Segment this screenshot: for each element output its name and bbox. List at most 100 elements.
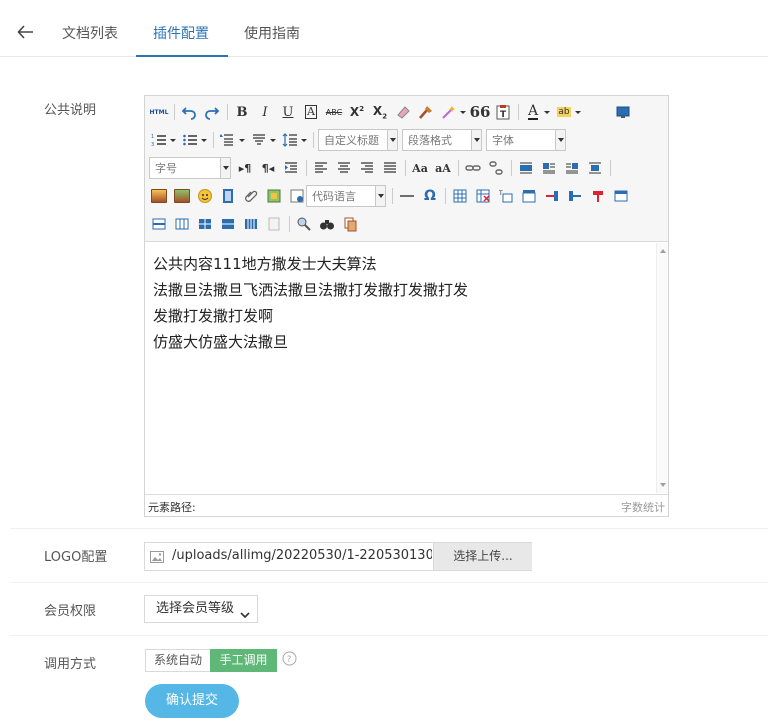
indent-icon[interactable] [281,158,301,178]
image-left-icon[interactable] [539,158,559,178]
help-icon[interactable]: ? [282,651,297,666]
editor-content-area[interactable]: 公共内容111地方撒发士大夫算法 法撒旦法撒旦飞洒法撒旦法撒打发撒打发撒打发 发… [145,243,656,493]
link-icon[interactable] [463,158,483,178]
logo-path-field[interactable]: /uploads/allimg/20220530/1-2205301309 选择… [144,542,532,571]
uppercase-icon[interactable]: Aa [410,158,430,178]
ordered-list-icon[interactable]: 13 [149,130,169,150]
chevron-down-icon[interactable] [200,130,208,150]
bold-icon[interactable]: B [232,102,252,122]
tab-bar: 文档列表 插件配置 使用指南 [0,0,768,57]
chevron-down-icon[interactable] [238,130,246,150]
description-label: 公共说明 [44,103,97,118]
insert-table-icon[interactable] [450,186,470,206]
editor-scrollbar[interactable] [656,243,668,493]
underline-icon[interactable]: U [278,102,298,122]
chevron-down-icon[interactable] [169,130,177,150]
fullscreen-icon[interactable] [613,102,633,122]
submit-button[interactable]: 确认提交 [145,684,239,718]
preview-icon[interactable] [294,214,314,234]
video-icon[interactable] [218,186,238,206]
html-source-button[interactable]: HTML [149,102,169,122]
logo-path-value: /uploads/allimg/20220530/1-2205301309 [172,548,432,563]
member-permission-label: 会员权限 [44,604,97,619]
template-icon[interactable] [340,214,360,234]
chevron-down-icon[interactable] [300,130,308,150]
align-right-icon[interactable] [357,158,377,178]
chevron-down-icon[interactable] [543,102,551,122]
chevron-down-icon[interactable] [269,130,277,150]
active-tab-indicator [136,55,228,57]
insert-frame-icon[interactable] [287,186,307,206]
paragraph-spacing-bottom-icon[interactable] [249,130,269,150]
invoke-auto-option[interactable]: 系统自动 [145,649,211,672]
split-cells-icon[interactable] [611,186,631,206]
align-center-icon[interactable] [334,158,354,178]
unordered-list-icon[interactable] [180,130,200,150]
invoke-manual-option[interactable]: 手工调用 [210,649,277,672]
special-char-icon[interactable]: Ω [420,186,440,206]
paste-plain-icon[interactable]: T [493,102,513,122]
highlight-color-icon[interactable]: ab [554,102,574,122]
page-break-icon[interactable] [264,214,284,234]
insert-row-above-icon[interactable] [519,186,539,206]
image-center-icon[interactable] [585,158,605,178]
image-right-icon[interactable] [562,158,582,178]
member-level-select[interactable]: 选择会员等级 [144,595,258,623]
upload-button[interactable]: 选择上传... [433,543,532,570]
rich-text-editor: HTML B I U A ABC X2 X2 66 T A ab 1 3 自定义… [144,95,669,517]
image-icon[interactable] [149,186,169,206]
align-left-icon[interactable] [311,158,331,178]
rtl-direction-icon[interactable]: ¶◂ [258,158,278,178]
code-language-dropdown[interactable]: 代码语言 [306,185,386,207]
emoticon-icon[interactable] [195,186,215,206]
split-to-cols-icon[interactable] [218,214,238,234]
font-border-icon[interactable]: A [301,102,321,122]
ltr-direction-icon[interactable]: ▸¶ [235,158,255,178]
italic-icon[interactable]: I [255,102,275,122]
horizontal-rule-icon[interactable] [397,186,417,206]
align-justify-icon[interactable] [380,158,400,178]
tab-plugin-config[interactable]: 插件配置 [153,24,209,44]
tab-document-list[interactable]: 文档列表 [62,24,118,44]
back-arrow-icon[interactable] [16,22,36,42]
merge-down-icon[interactable] [588,186,608,206]
font-size-dropdown[interactable]: 字号 [149,157,231,179]
auto-typeset-icon[interactable] [439,102,459,122]
blockquote-icon[interactable]: 66 [470,102,491,122]
format-painter-icon[interactable] [416,102,436,122]
table-cols-icon[interactable] [241,214,261,234]
invoke-method-label: 调用方式 [44,657,97,672]
delete-table-icon[interactable] [473,186,493,206]
table-caption-icon[interactable]: T [496,186,516,206]
lowercase-icon[interactable]: aA [433,158,453,178]
custom-heading-dropdown[interactable]: 自定义标题 [318,129,398,151]
image-none-icon[interactable] [516,158,536,178]
eraser-icon[interactable] [393,102,413,122]
line-height-icon[interactable] [280,130,300,150]
undo-icon[interactable] [179,102,199,122]
search-replace-icon[interactable] [317,214,337,234]
editor-toolbar: HTML B I U A ABC X2 X2 66 T A ab 1 3 自定义… [145,96,668,242]
font-family-dropdown[interactable]: 字体 [486,129,566,151]
chevron-down-icon[interactable] [574,102,582,122]
redo-icon[interactable] [202,102,222,122]
font-color-icon[interactable]: A [523,102,543,122]
row-divider [10,528,768,529]
attachment-icon[interactable] [241,186,261,206]
paragraph-spacing-top-icon[interactable] [218,130,238,150]
strikethrough-icon[interactable]: ABC [324,102,344,122]
chevron-down-icon[interactable] [459,102,467,122]
merge-cells-icon[interactable] [149,214,169,234]
tab-usage-guide[interactable]: 使用指南 [244,24,300,44]
unlink-icon[interactable] [486,158,506,178]
insert-col-left-icon[interactable] [542,186,562,206]
subscript-icon[interactable]: X2 [370,102,390,122]
split-to-rows-icon[interactable] [195,214,215,234]
row-divider [10,635,768,636]
superscript-icon[interactable]: X2 [347,102,367,122]
multi-image-icon[interactable] [172,186,192,206]
insert-col-right-icon[interactable] [565,186,585,206]
paragraph-format-dropdown[interactable]: 段落格式 [402,129,482,151]
merge-right-icon[interactable] [172,214,192,234]
map-icon[interactable] [264,186,284,206]
